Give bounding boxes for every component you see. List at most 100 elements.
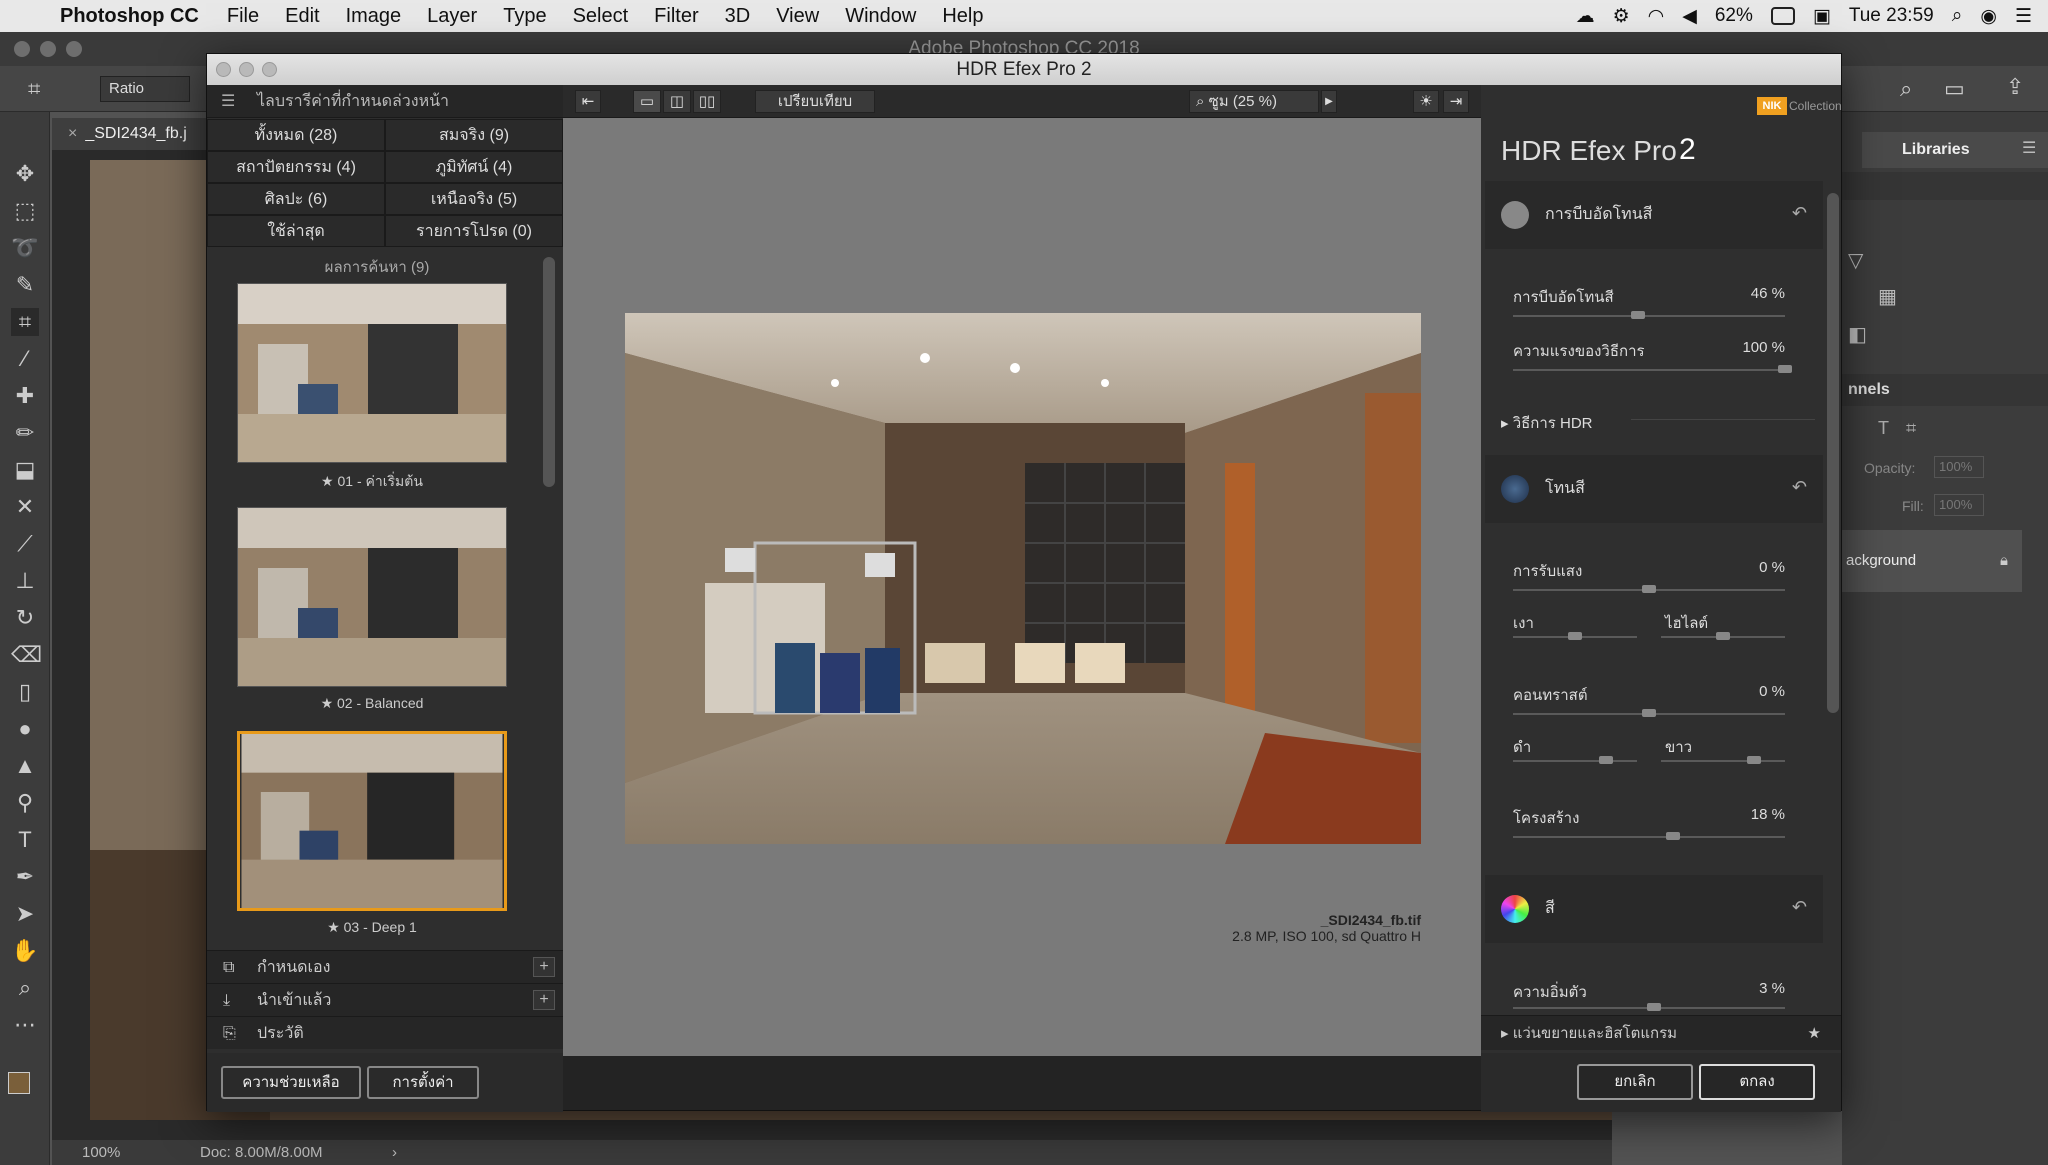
eraser-tool-icon[interactable]: ⌫ (11, 641, 42, 669)
dialog-minimize-button[interactable] (239, 62, 254, 77)
zoom-select[interactable]: ⌕ ซูม (25 %) (1189, 90, 1319, 113)
slider-knob[interactable] (1716, 632, 1730, 640)
dodge-tool-icon[interactable]: ⚲ (11, 789, 39, 817)
menu-3d[interactable]: 3D (725, 5, 751, 28)
type-filter-icon[interactable]: T (1878, 418, 1889, 439)
art-history-icon[interactable]: ↻ (11, 604, 39, 632)
creative-cloud-icon[interactable]: ☁ (1576, 5, 1595, 28)
close-tab-icon[interactable]: × (68, 125, 77, 142)
zoom-level[interactable]: 100% (82, 1140, 120, 1165)
whites-slider[interactable] (1661, 756, 1785, 764)
opacity-input[interactable]: 100% (1934, 456, 1984, 478)
category-architecture[interactable]: สถาปัตยกรรม (4) (207, 151, 385, 183)
section-tonality[interactable]: โทนสี ↶ (1485, 455, 1823, 523)
crop-icon[interactable]: ⌗ (28, 76, 40, 102)
exposure-slider[interactable] (1513, 585, 1785, 593)
type-tool-icon[interactable]: T (11, 826, 39, 854)
brush-tool-icon[interactable]: ✏ (11, 419, 39, 447)
slider-knob[interactable] (1778, 365, 1792, 373)
side-by-side-view-icon[interactable]: ▯▯ (693, 90, 721, 113)
menu-file[interactable]: File (227, 5, 259, 28)
add-custom-button[interactable]: + (533, 957, 555, 977)
category-recent[interactable]: ใช้ล่าสุด (207, 215, 385, 247)
notification-center-icon[interactable]: ☰ (2015, 5, 2032, 28)
slider-knob[interactable] (1631, 311, 1646, 319)
menu-window[interactable]: Window (845, 5, 916, 28)
structure-slider[interactable] (1513, 832, 1785, 840)
cancel-button[interactable]: ยกเลิก (1577, 1064, 1693, 1100)
sharpen-tool-icon[interactable]: ▲ (11, 752, 39, 780)
split-view-icon[interactable]: ◫ (663, 90, 691, 113)
status-arrow-icon[interactable]: › (392, 1140, 397, 1165)
marquee-tool-icon[interactable]: ⬚ (11, 197, 39, 225)
grid-icon[interactable]: ▦ (1878, 284, 1897, 309)
category-landscape[interactable]: ภูมิทัศน์ (4) (385, 151, 563, 183)
slider-knob[interactable] (1747, 756, 1761, 764)
volume-icon[interactable]: ◀ (1682, 5, 1697, 28)
app-menu[interactable]: Photoshop CC (60, 5, 199, 28)
share-icon[interactable]: ⇪ (2006, 74, 2024, 100)
settings-icon[interactable]: ⚙ (1613, 5, 1630, 28)
menu-layer[interactable]: Layer (427, 5, 477, 28)
clone-icon[interactable]: ⊥ (11, 567, 39, 595)
search-icon[interactable]: ⌕ (1900, 76, 1912, 102)
loupe-histogram-expander[interactable]: ▸ แว่นขยายและฮิสโตแกรม ★ (1481, 1015, 1841, 1050)
preset-scrollbar[interactable] (543, 257, 555, 487)
slider-knob[interactable] (1568, 632, 1582, 640)
contrast-slider[interactable] (1513, 709, 1785, 717)
fill-input[interactable]: 100% (1934, 494, 1984, 516)
pen-tool-icon[interactable]: ✒ (11, 863, 39, 891)
brush-alt-icon[interactable]: ⟋ (11, 530, 39, 558)
background-light-icon[interactable]: ☀ (1413, 90, 1439, 113)
add-imported-button[interactable]: + (533, 990, 555, 1010)
more-tools-icon[interactable]: ⋯ (11, 1011, 39, 1039)
compare-button[interactable]: เปรียบเทียบ (755, 90, 875, 113)
reset-icon[interactable]: ↶ (1792, 897, 1807, 918)
eyedropper-tool-icon[interactable]: ⁄ (11, 345, 39, 373)
menu-edit[interactable]: Edit (285, 5, 319, 28)
category-favorites[interactable]: รายการโปรด (0) (385, 215, 563, 247)
zoom-arrow-icon[interactable]: ▶ (1321, 90, 1337, 113)
shadows-slider[interactable] (1513, 632, 1637, 640)
preview-image[interactable] (625, 313, 1421, 844)
maximize-window-button[interactable] (66, 41, 82, 57)
menu-filter[interactable]: Filter (654, 5, 698, 28)
siri-icon[interactable]: ◉ (1980, 5, 1997, 28)
category-artistic[interactable]: ศิลปะ (6) (207, 183, 385, 215)
dialog-maximize-button[interactable] (262, 62, 277, 77)
accordion-history[interactable]: ⎘ ประวัติ (207, 1016, 563, 1049)
preset-thumbnail[interactable] (237, 507, 507, 687)
category-all[interactable]: ทั้งหมด (28) (207, 119, 385, 151)
highlights-slider[interactable] (1661, 632, 1785, 640)
menu-type[interactable]: Type (503, 5, 546, 28)
slider-knob[interactable] (1642, 585, 1656, 593)
method-strength-slider[interactable] (1513, 365, 1792, 373)
document-tab[interactable]: × _SDI2434_fb.j (52, 118, 212, 150)
hdr-method-expander[interactable]: ▸ วิธีการ HDR (1501, 411, 1593, 435)
accordion-imported[interactable]: ⤓ นำเข้าแล้ว + (207, 983, 563, 1016)
history-brush-icon[interactable]: ✕ (11, 493, 39, 521)
clock[interactable]: Tue 23:59 (1849, 5, 1934, 27)
toggle-left-panel-icon[interactable]: ⇤ (575, 90, 601, 113)
transform-filter-icon[interactable]: ⌗ (1906, 418, 1916, 439)
notification-icon[interactable]: ▣ (1813, 5, 1831, 28)
spotlight-icon[interactable]: ⌕ (1952, 5, 1963, 27)
section-tone-compression[interactable]: การบีบอัดโทนสี ↶ (1485, 181, 1823, 249)
wifi-icon[interactable]: ◠ (1648, 5, 1665, 28)
healing-tool-icon[interactable]: ✚ (11, 382, 39, 410)
minimize-window-button[interactable] (40, 41, 56, 57)
menu-help[interactable]: Help (942, 5, 983, 28)
section-color[interactable]: สี ↶ (1485, 875, 1823, 943)
panel-menu-icon[interactable]: ☰ (2022, 138, 2036, 158)
menu-view[interactable]: View (776, 5, 819, 28)
gradient-tool-icon[interactable]: ▯ (11, 678, 39, 706)
preset-item-01[interactable]: ★ 01 - ค่าเริ่มต้น (237, 283, 507, 493)
dialog-close-button[interactable] (216, 62, 231, 77)
zoom-tool-icon[interactable]: ⌕ (11, 974, 39, 1002)
adjustment-triangle-icon[interactable]: ▽ (1848, 248, 1863, 273)
ratio-select[interactable]: Ratio (100, 76, 190, 102)
slider-knob[interactable] (1647, 1003, 1662, 1011)
path-select-icon[interactable]: ➤ (11, 900, 39, 928)
tab-libraries[interactable]: Libraries (1862, 132, 2048, 168)
saturation-slider[interactable] (1513, 1003, 1785, 1011)
